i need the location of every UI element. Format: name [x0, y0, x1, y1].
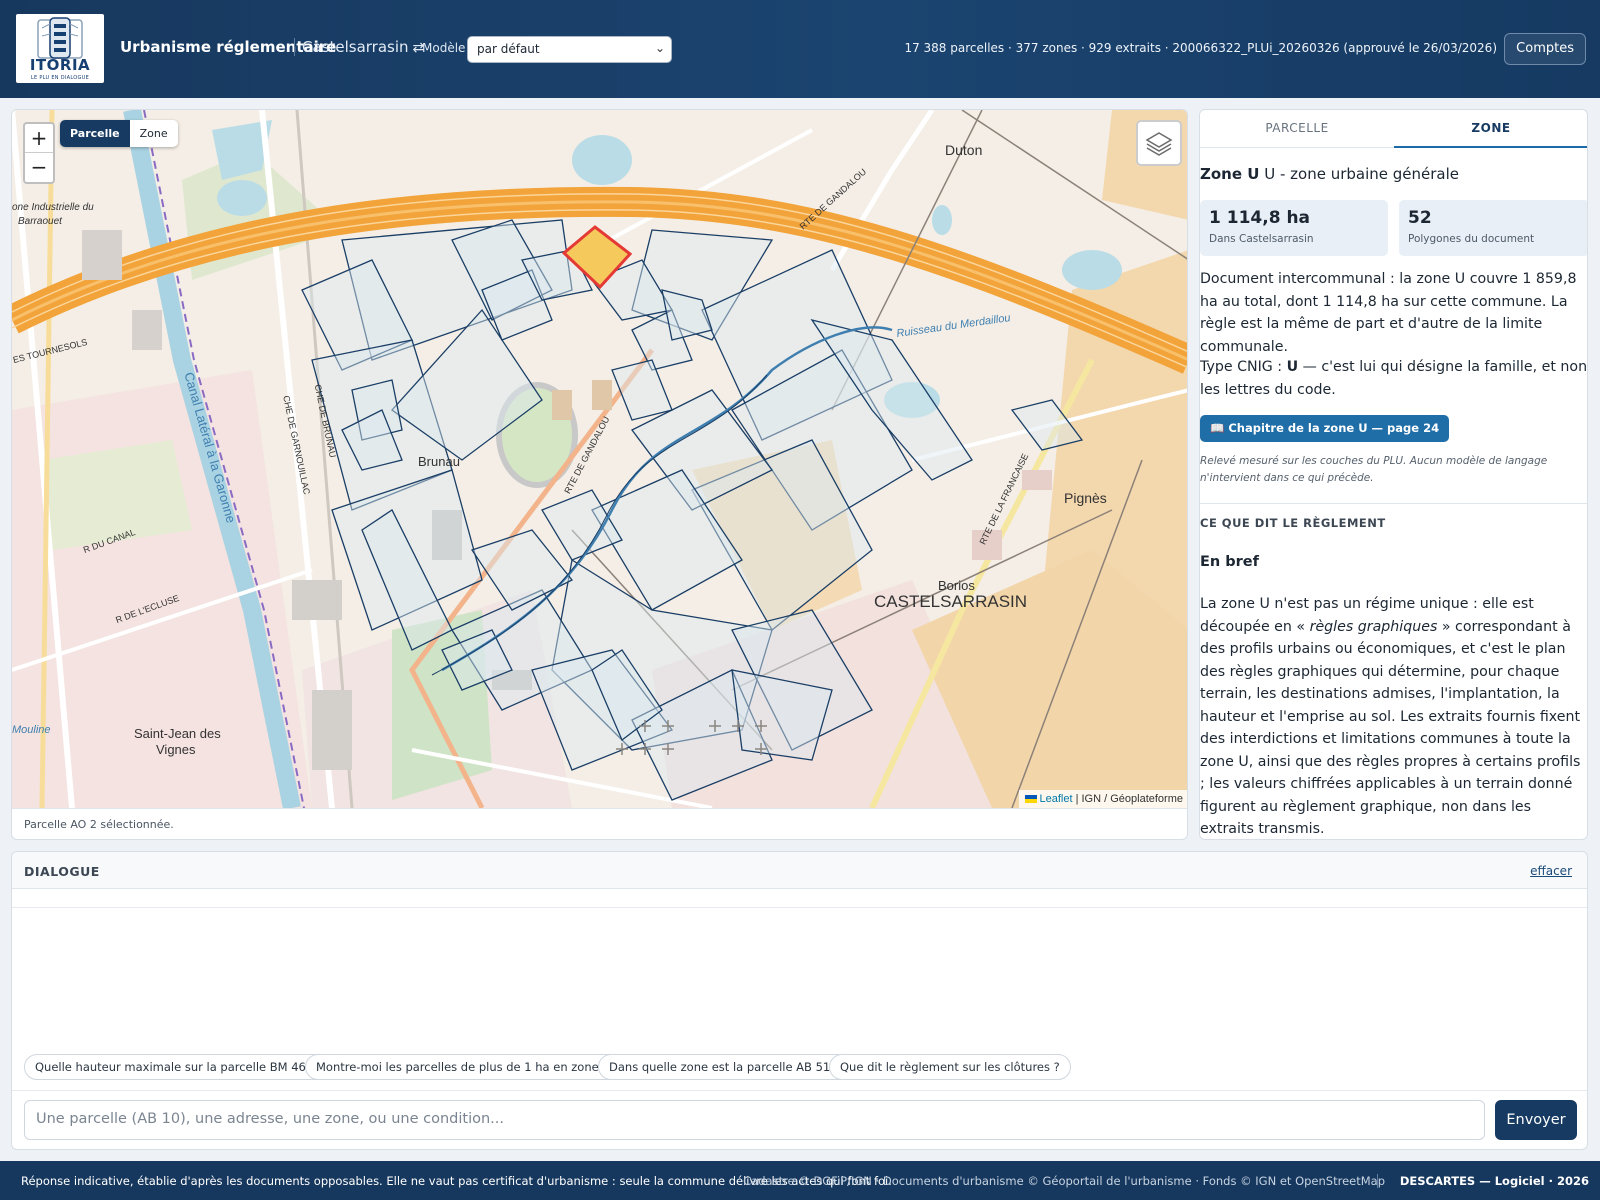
- chapter-link-label: Chapitre de la zone U — page 24: [1228, 421, 1440, 435]
- map-attribution: Leaflet | IGN / Géoplateforme: [1018, 790, 1187, 808]
- selection-mode-toggle: Parcelle Zone: [60, 120, 178, 147]
- commune-name: Castelsarrasin: [302, 38, 409, 56]
- map-label-pignes: Pignès: [1064, 490, 1107, 506]
- chapter-link-button[interactable]: 📖 Chapitre de la zone U — page 24: [1200, 415, 1450, 442]
- tab-zone[interactable]: ZONE: [1394, 110, 1587, 148]
- suggestion-chip[interactable]: Montre-moi les parcelles de plus de 1 ha…: [305, 1054, 622, 1080]
- model-label: Modèle: [422, 41, 466, 55]
- basemap: [12, 110, 1187, 808]
- panel-divider: [1200, 503, 1587, 504]
- summary-part-2: » correspondant à des profils urbains ou…: [1200, 618, 1581, 838]
- mode-parcelle-button[interactable]: Parcelle: [60, 120, 130, 147]
- cnig-code: U: [1286, 359, 1299, 375]
- map-label-castelsarrasin: CASTELSARRASIN: [874, 592, 1028, 611]
- map-label-duton: Duton: [945, 142, 983, 158]
- zoom-in-button[interactable]: +: [25, 124, 53, 153]
- leaflet-link[interactable]: Leaflet: [1040, 793, 1073, 805]
- stat-polygons-value: 52: [1408, 208, 1432, 228]
- mode-zone-button[interactable]: Zone: [130, 120, 178, 147]
- zone-name: U - zone urbaine générale: [1264, 165, 1459, 183]
- map-canvas[interactable]: Duton one Industrielle du Barraouet ES T…: [12, 110, 1187, 808]
- model-select-value: par défaut: [477, 42, 540, 56]
- map-panel: Duton one Industrielle du Barraouet ES T…: [11, 109, 1188, 840]
- map-status: Parcelle AO 2 sélectionnée.: [12, 808, 1187, 839]
- zone-code: Zone U: [1200, 165, 1260, 183]
- zoom-control: + −: [23, 122, 55, 184]
- map-label-borios: Borios: [938, 578, 975, 593]
- stat-card-area: 1 114,8 ha Dans Castelsarrasin: [1200, 200, 1388, 256]
- measurement-note: Relevé mesuré sur les couches du PLU. Au…: [1200, 455, 1548, 484]
- question-input[interactable]: Une parcelle (AB 10), une adresse, une z…: [24, 1100, 1485, 1140]
- logo-tagline: LE PLU EN DIALOGUE: [30, 75, 90, 81]
- dialogue-input-separator: [12, 1090, 1587, 1091]
- software-brand: DESCARTES — Logiciel · 2026: [1376, 1174, 1589, 1188]
- panel-tabs: PARCELLE ZONE: [1200, 110, 1587, 148]
- app-logo[interactable]: ITORIA LE PLU EN DIALOGUE: [16, 14, 104, 83]
- suggestion-chip[interactable]: Dans quelle zone est la parcelle AB 51 ?: [598, 1054, 851, 1080]
- app-footer: Réponse indicative, établie d'après les …: [0, 1161, 1600, 1200]
- document-stats: 17 388 parcelles · 377 zones · 929 extra…: [904, 41, 1497, 55]
- zone-coverage-text: Document intercommunal : la zone U couvr…: [1200, 271, 1577, 355]
- regulation-summary-text: La zone U n'est pas un régime unique : e…: [1200, 593, 1587, 839]
- summary-part-italic: règles graphiques: [1309, 618, 1438, 635]
- cnig-prefix: Type CNIG :: [1200, 359, 1287, 375]
- map-label-barraouet: Barraouet: [18, 216, 62, 227]
- book-icon: 📖: [1210, 421, 1225, 435]
- suggestion-chip[interactable]: Quelle hauteur maximale sur la parcelle …: [24, 1054, 334, 1080]
- summary-heading: En bref: [1200, 554, 1259, 570]
- layers-icon: [1145, 132, 1173, 156]
- accounts-button[interactable]: Comptes: [1504, 33, 1586, 65]
- logo-wordmark: ITORIA: [29, 56, 91, 74]
- suggestion-chip[interactable]: Que dit le règlement sur les clôtures ?: [829, 1054, 1071, 1080]
- data-credits: Cadastre © DGFiP/IGN · Documents d'urban…: [743, 1174, 1385, 1188]
- cnig-type-text: Type CNIG : U — c'est lui qui désigne la…: [1200, 356, 1587, 401]
- app-header: ITORIA LE PLU EN DIALOGUE Urbanisme régl…: [0, 0, 1600, 98]
- stat-area-label: Dans Castelsarrasin: [1209, 233, 1314, 245]
- dialogue-separator: [12, 907, 1587, 908]
- map-label-brunau: Brunau: [418, 454, 460, 469]
- zoom-out-button[interactable]: −: [25, 153, 53, 182]
- stat-area-value: 1 114,8 ha: [1209, 208, 1311, 228]
- map-label-zone-industrielle: one Industrielle du: [12, 202, 94, 213]
- tab-parcelle[interactable]: PARCELLE: [1200, 110, 1394, 148]
- chevron-down-icon: ⌄: [654, 41, 665, 55]
- layers-button[interactable]: [1136, 120, 1182, 166]
- clear-dialogue-link[interactable]: effacer: [1530, 864, 1572, 878]
- commune-switcher[interactable]: Castelsarrasin ⇄: [294, 38, 424, 56]
- dialogue-panel: DIALOGUE effacer Quelle hauteur maximale…: [11, 851, 1588, 1150]
- send-button[interactable]: Envoyer: [1495, 1100, 1577, 1140]
- map-label-saint-jean: Saint-Jean des: [134, 726, 221, 741]
- attribution-text: | IGN / Géoplateforme: [1072, 793, 1183, 805]
- model-select[interactable]: par défaut ⌄: [467, 36, 672, 63]
- zone-title: Zone U U - zone urbaine générale: [1200, 165, 1459, 183]
- ukraine-flag-icon: [1024, 795, 1037, 804]
- regulation-section-title: CE QUE DIT LE RÈGLEMENT: [1200, 516, 1386, 530]
- stat-card-polygons: 52 Polygones du document: [1399, 200, 1587, 256]
- dialogue-title: DIALOGUE: [24, 864, 100, 879]
- map-label-mouline: Mouline: [12, 724, 51, 736]
- info-panel: PARCELLE ZONE Zone U U - zone urbaine gé…: [1199, 109, 1588, 840]
- map-label-vignes: Vignes: [156, 742, 196, 757]
- dialogue-header: DIALOGUE effacer: [12, 852, 1587, 889]
- stat-polygons-label: Polygones du document: [1408, 233, 1535, 245]
